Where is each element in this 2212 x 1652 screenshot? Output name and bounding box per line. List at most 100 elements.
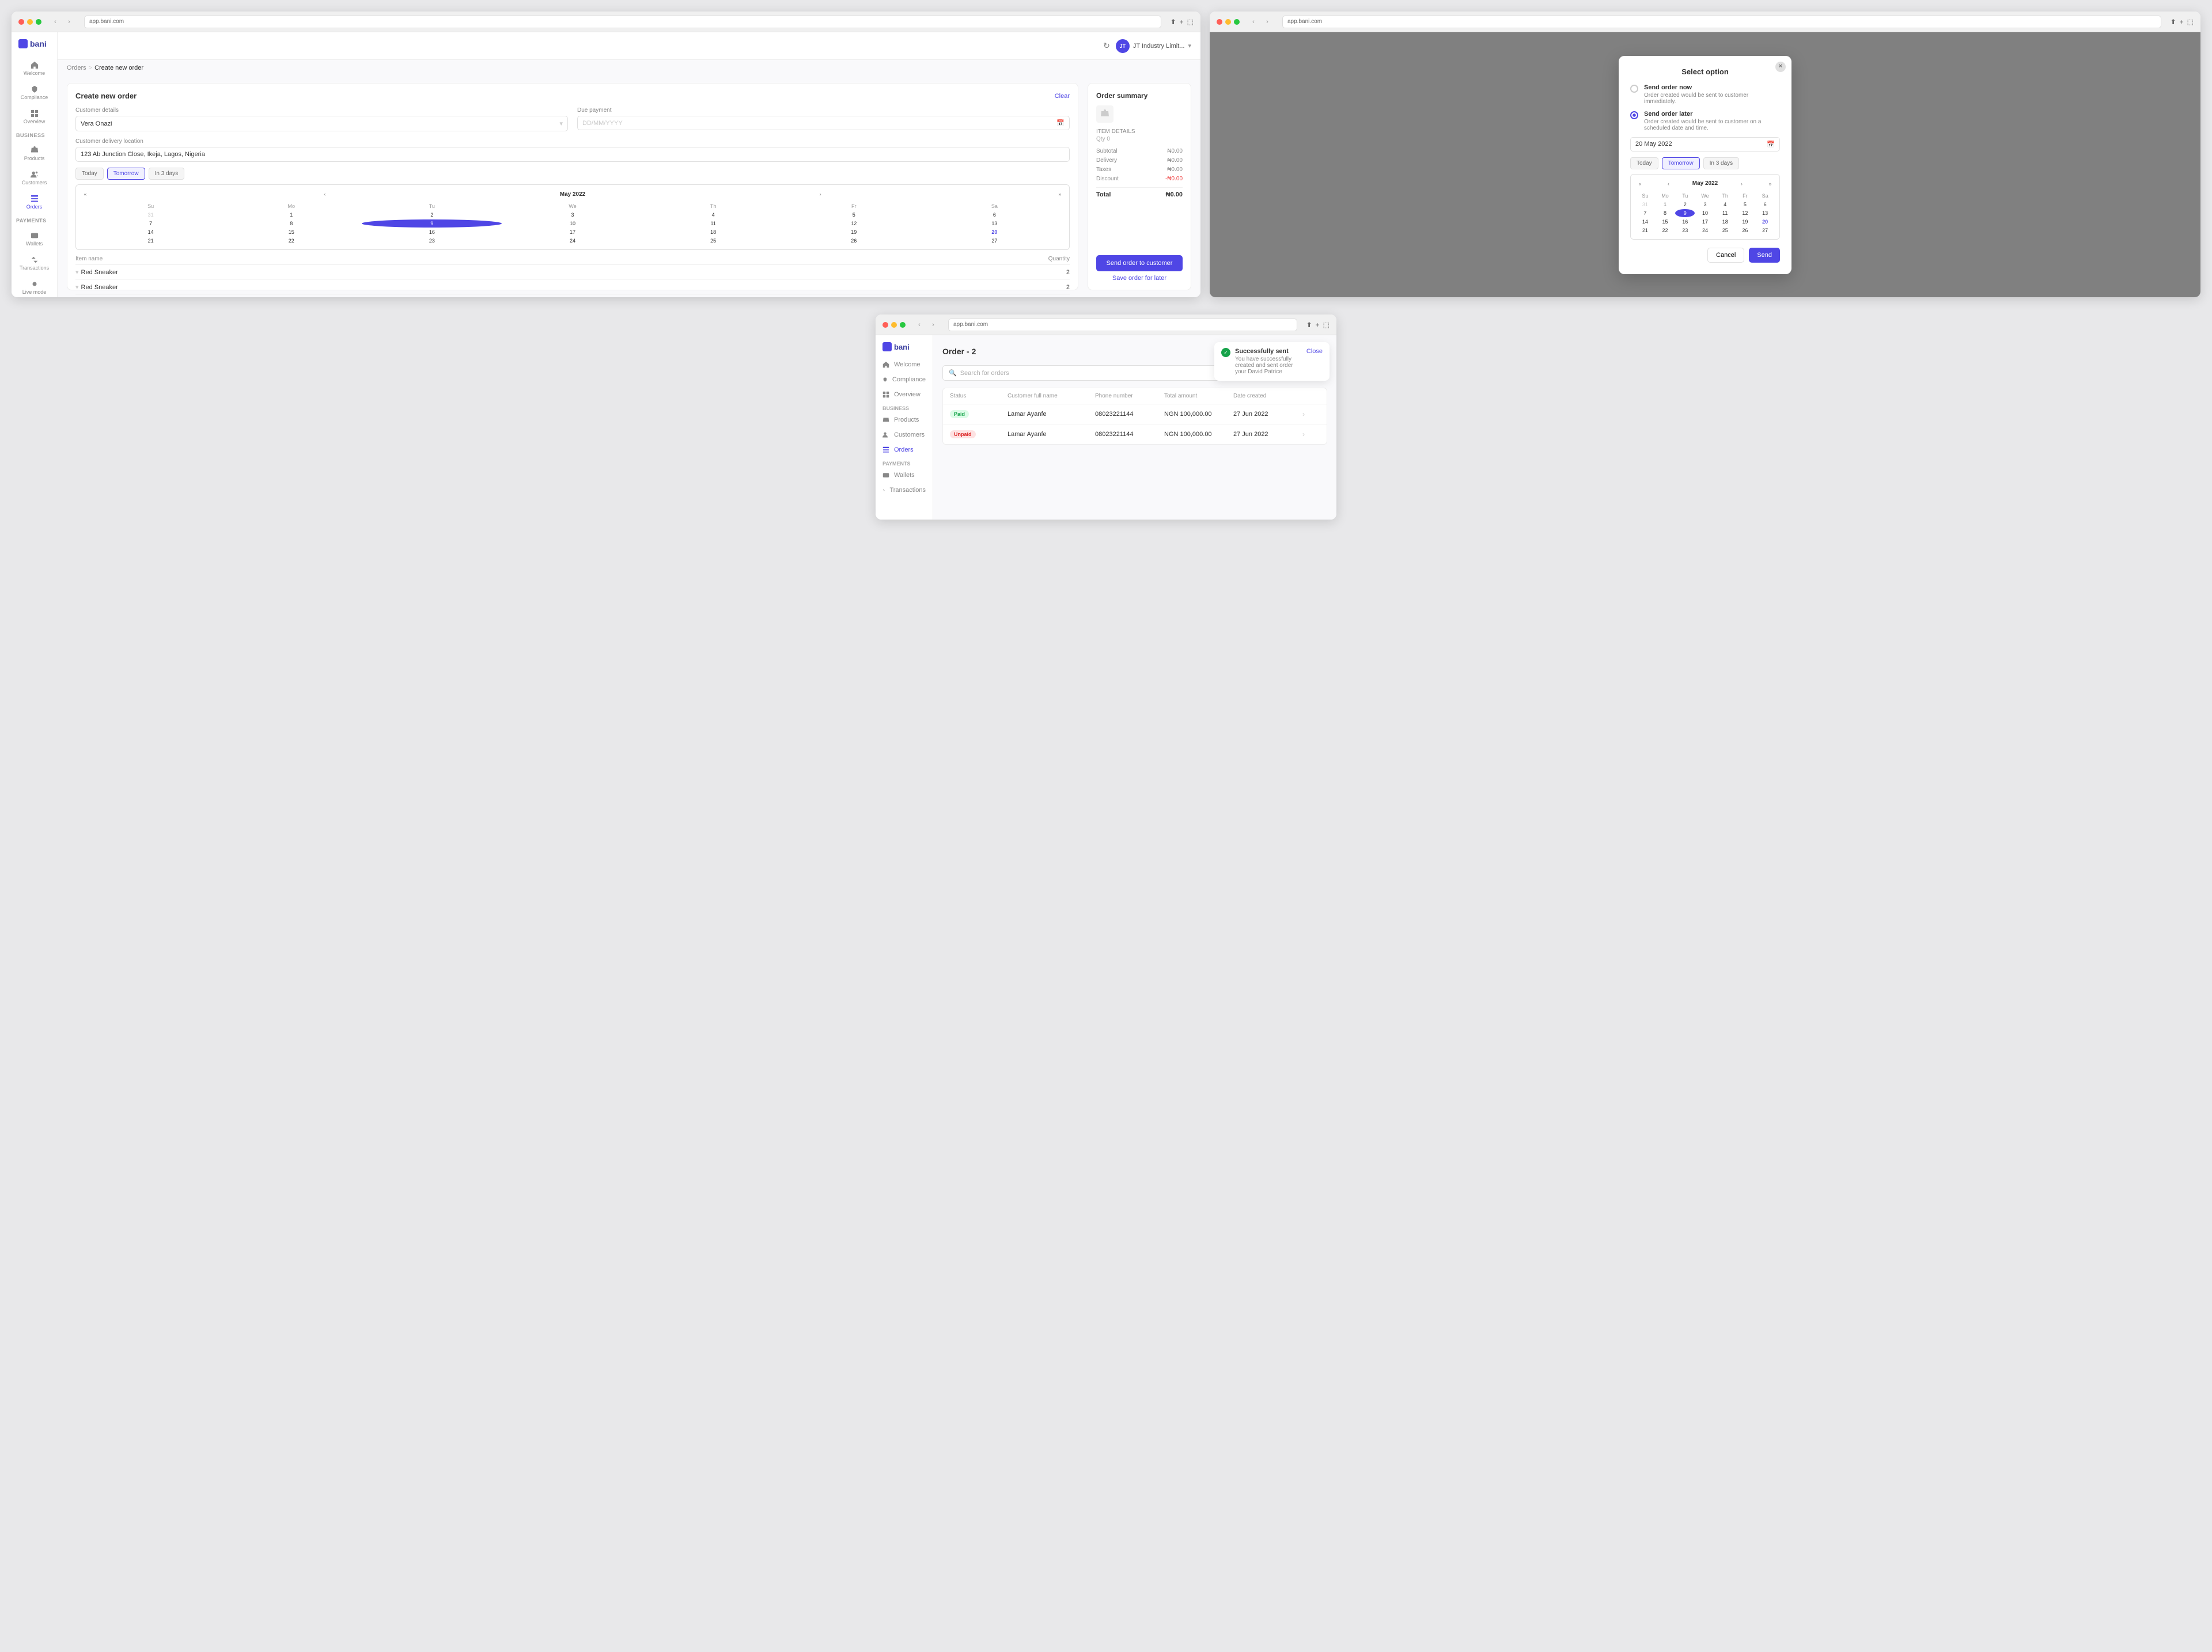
sidebar-item-wallets[interactable]: Wallets bbox=[12, 228, 57, 250]
modal-cal-prev[interactable]: ‹ bbox=[1664, 179, 1673, 188]
browser-dots bbox=[18, 19, 41, 25]
date-tab-today[interactable]: Today bbox=[75, 168, 104, 180]
row-arrow-icon[interactable]: › bbox=[1302, 430, 1320, 438]
bottom-sidebar-orders[interactable]: Orders bbox=[876, 442, 933, 457]
send-order-button[interactable]: Send order to customer bbox=[1096, 255, 1183, 271]
nav-back[interactable]: ‹ bbox=[1248, 16, 1259, 28]
summary-discount-row: Discount -₦0.00 bbox=[1096, 176, 1183, 182]
right-browser: ‹ › app.bani.com ⬆ + ⬚ ✕ Select option bbox=[1210, 12, 2200, 297]
bottom-browser: ‹ › app.bani.com ⬆ + ⬚ bani Wel bbox=[876, 315, 1336, 520]
option-send-now[interactable]: Send order now Order created would be se… bbox=[1630, 84, 1780, 105]
date-tab-tomorrow[interactable]: Tomorrow bbox=[107, 168, 145, 180]
share-icon[interactable]: ⬆ bbox=[2171, 18, 2176, 26]
modal-cal-next-next[interactable]: » bbox=[1766, 179, 1775, 188]
nav-forward[interactable]: › bbox=[927, 319, 939, 331]
clear-button[interactable]: Clear bbox=[1055, 93, 1070, 100]
bottom-sidebar-compliance[interactable]: Compliance bbox=[876, 372, 933, 387]
dot-yellow bbox=[891, 322, 897, 328]
extension-icon[interactable]: ⬚ bbox=[2187, 18, 2194, 26]
success-notification: ✓ Successfully sent You have successfull… bbox=[1214, 342, 1330, 381]
bottom-sidebar-products[interactable]: Products bbox=[876, 412, 933, 427]
nav-forward[interactable]: › bbox=[1262, 16, 1273, 28]
form-row-customer: Customer details Vera Onazi ▾ Due paymen… bbox=[75, 107, 1070, 131]
table-row[interactable]: Unpaid Lamar Ayanfe 08023221144 NGN 100,… bbox=[943, 425, 1327, 444]
item-dropdown-icon[interactable]: ▾ bbox=[75, 283, 79, 291]
share-icon[interactable]: ⬆ bbox=[1306, 321, 1312, 329]
mini-calendar: « ‹ May 2022 › » Su Mo Tu We bbox=[75, 184, 1070, 250]
modal-date-tab-today[interactable]: Today bbox=[1630, 157, 1658, 169]
cal-prev-prev[interactable]: « bbox=[81, 190, 90, 199]
bottom-sidebar-transactions[interactable]: Transactions bbox=[876, 483, 933, 498]
share-icon[interactable]: ⬆ bbox=[1171, 18, 1176, 26]
item-row: ▾ Red Sneaker 2 bbox=[75, 265, 1070, 280]
bottom-main: ✓ Successfully sent You have successfull… bbox=[933, 335, 1336, 520]
customer-select[interactable]: Vera Onazi ▾ bbox=[75, 116, 568, 131]
date-display[interactable]: 20 May 2022 📅 bbox=[1630, 137, 1780, 151]
sidebar-item-customers[interactable]: Customers bbox=[12, 167, 57, 189]
modal-actions: Cancel Send bbox=[1630, 248, 1780, 263]
save-later-button[interactable]: Save order for later bbox=[1096, 275, 1183, 282]
user-dropdown-icon[interactable]: ▾ bbox=[1188, 42, 1191, 50]
right-browser-content: ✕ Select option Send order now Order cre… bbox=[1210, 32, 2200, 297]
sidebar-item-transactions[interactable]: Transactions bbox=[12, 252, 57, 274]
page-title: Order - 2 bbox=[942, 347, 976, 356]
sidebar-item-overview[interactable]: Overview bbox=[12, 106, 57, 128]
modal-mini-calendar: « ‹ May 2022 › » Su Mo Tu We Th Fr Sa bbox=[1630, 174, 1780, 240]
browser-url-bar: app.bani.com bbox=[84, 16, 1161, 28]
option-send-later[interactable]: Send order later Order created would be … bbox=[1630, 111, 1780, 131]
bottom-logo: bani bbox=[876, 342, 933, 357]
notif-close-button[interactable]: Close bbox=[1306, 348, 1323, 355]
add-tab-icon[interactable]: + bbox=[1316, 321, 1320, 329]
extension-icon[interactable]: ⬚ bbox=[1323, 321, 1330, 329]
modal-close-button[interactable]: ✕ bbox=[1775, 62, 1786, 72]
radio-send-now[interactable] bbox=[1630, 85, 1638, 93]
date-tab-3days[interactable]: In 3 days bbox=[149, 168, 185, 180]
customer-details-group: Customer details Vera Onazi ▾ bbox=[75, 107, 568, 131]
modal-date-tab-3days[interactable]: In 3 days bbox=[1703, 157, 1740, 169]
due-payment-input[interactable]: DD/MM/YYYY 📅 bbox=[577, 116, 1070, 130]
sidebar-item-products[interactable]: Products bbox=[12, 143, 57, 165]
cal-next[interactable]: › bbox=[816, 190, 825, 199]
send-modal-button[interactable]: Send bbox=[1749, 248, 1780, 263]
delivery-address[interactable]: 123 Ab Junction Close, Ikeja, Lagos, Nig… bbox=[75, 147, 1070, 162]
cancel-button[interactable]: Cancel bbox=[1707, 248, 1744, 263]
nav-back[interactable]: ‹ bbox=[914, 319, 925, 331]
sidebar-item-live-mode[interactable]: Live mode bbox=[12, 276, 57, 297]
radio-send-later[interactable] bbox=[1630, 111, 1638, 119]
bottom-sidebar-welcome[interactable]: Welcome bbox=[876, 357, 933, 372]
right-browser-url: app.bani.com bbox=[1282, 16, 2161, 28]
cal-next-next[interactable]: » bbox=[1055, 190, 1065, 199]
bottom-app-layout: bani Welcome Compliance Overview BUSINES… bbox=[876, 335, 1336, 520]
modal-date-tab-tomorrow[interactable]: Tomorrow bbox=[1662, 157, 1700, 169]
browser-nav: ‹ › bbox=[50, 16, 75, 28]
sidebar-item-orders[interactable]: Orders bbox=[12, 191, 57, 213]
extension-icon[interactable]: ⬚ bbox=[1187, 18, 1194, 26]
date-tabs: Today Tomorrow In 3 days bbox=[75, 168, 1070, 180]
bottom-sidebar-overview[interactable]: Overview bbox=[876, 387, 933, 402]
calendar-icon: 📅 bbox=[1056, 119, 1065, 127]
table-row[interactable]: Paid Lamar Ayanfe 08023221144 NGN 100,00… bbox=[943, 404, 1327, 425]
nav-back[interactable]: ‹ bbox=[50, 16, 61, 28]
add-tab-icon[interactable]: + bbox=[2180, 18, 2184, 26]
cal-prev[interactable]: ‹ bbox=[320, 190, 329, 199]
status-badge-paid: Paid bbox=[950, 410, 969, 418]
status-badge-unpaid: Unpaid bbox=[950, 430, 976, 438]
row-arrow-icon[interactable]: › bbox=[1302, 410, 1320, 418]
modal-cal-prev-prev[interactable]: « bbox=[1635, 179, 1645, 188]
sidebar-item-compliance[interactable]: Compliance bbox=[12, 82, 57, 104]
summary-item-icon bbox=[1096, 105, 1113, 123]
modal-cal-next[interactable]: › bbox=[1737, 179, 1747, 188]
logo-icon bbox=[18, 39, 28, 48]
add-tab-icon[interactable]: + bbox=[1180, 18, 1184, 26]
browser-actions: ⬆ + ⬚ bbox=[1171, 18, 1194, 26]
user-badge: JT JT Industry Limit... ▾ bbox=[1116, 39, 1191, 53]
bottom-sidebar-customers[interactable]: Customers bbox=[876, 427, 933, 442]
nav-forward[interactable]: › bbox=[63, 16, 75, 28]
right-browser-actions: ⬆ + ⬚ bbox=[2171, 18, 2194, 26]
sidebar-section-payments: PAYMENTS bbox=[12, 215, 57, 226]
sidebar-item-welcome[interactable]: Welcome bbox=[12, 58, 57, 79]
item-dropdown-icon[interactable]: ▾ bbox=[75, 268, 79, 276]
bottom-sidebar-wallets[interactable]: Wallets bbox=[876, 468, 933, 483]
refresh-icon[interactable]: ↻ bbox=[1103, 41, 1110, 51]
app-header: ↻ JT JT Industry Limit... ▾ bbox=[58, 32, 1200, 60]
